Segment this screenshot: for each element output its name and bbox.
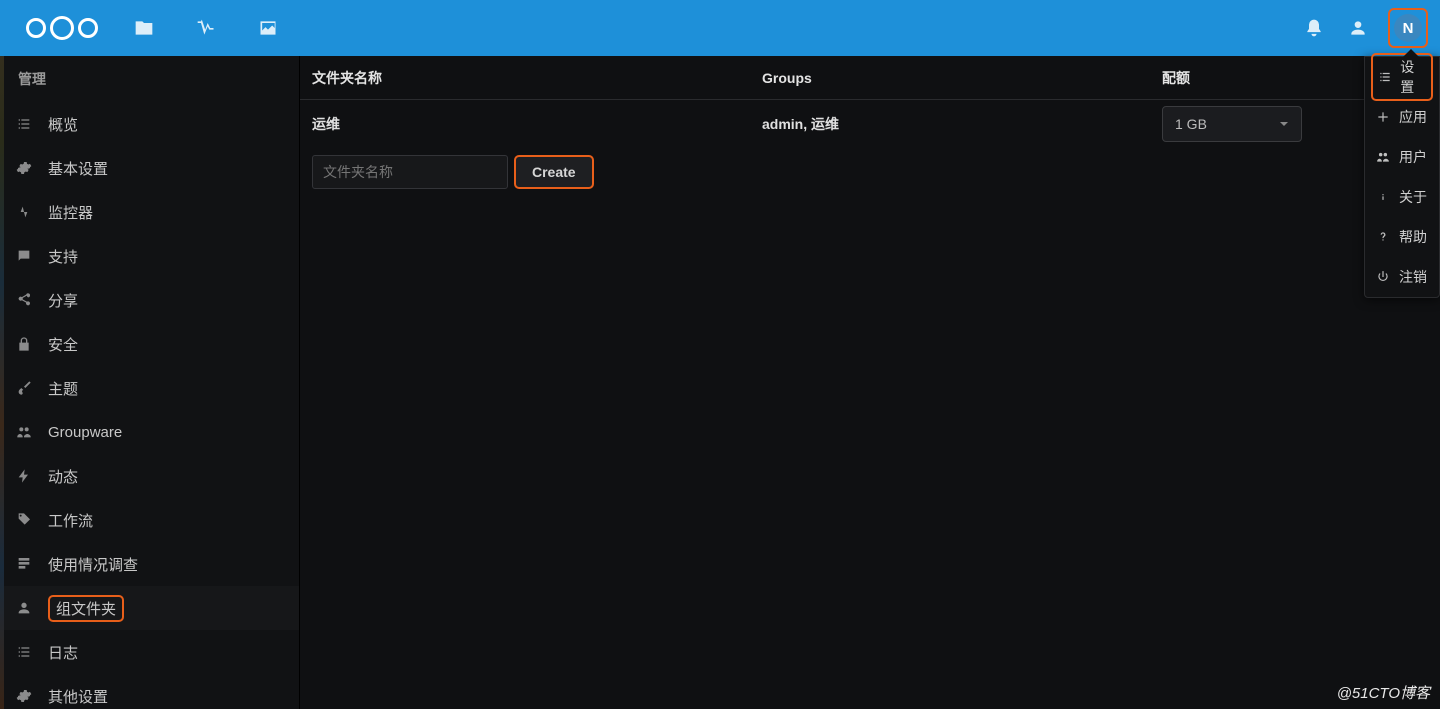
share-icon (14, 292, 34, 308)
sidebar-item-1[interactable]: 基本设置 (0, 146, 299, 190)
avatar-letter: N (1403, 20, 1414, 37)
admin-sidebar: 管理 概览基本设置监控器支持分享安全主题 Groupware 动态工作流使用情况调查… (0, 56, 300, 709)
files-app-icon[interactable] (122, 6, 166, 50)
power-icon (1375, 270, 1391, 284)
gear-icon (14, 688, 34, 704)
row-name: 运维 (312, 114, 762, 134)
sidebar-item-13[interactable]: 其他设置 (0, 674, 299, 709)
sidebar-heading: 管理 (0, 56, 299, 102)
chat-icon (14, 248, 34, 264)
topbar: N (0, 0, 1440, 56)
menu-item-label: 设置 (1400, 57, 1427, 97)
sidebar-item-11[interactable]: 组文件夹 (0, 586, 299, 630)
create-row: Create (300, 148, 1440, 196)
sidebar-item-9[interactable]: 工作流 (0, 498, 299, 542)
sidebar-item-label: 工作流 (48, 510, 93, 531)
row-groups: admin, 运维 (762, 114, 1162, 134)
menu-item-0[interactable]: 设置 (1365, 57, 1439, 97)
tag-icon (14, 512, 34, 528)
sidebar-item-label: 主题 (48, 378, 78, 399)
lock-icon (14, 336, 34, 352)
activity-icon (14, 204, 34, 220)
sidebar-item-label: 基本设置 (48, 158, 108, 179)
menu-item-1[interactable]: 应用 (1365, 97, 1439, 137)
sidebar-item-7[interactable]: Groupware (0, 410, 299, 454)
menu-item-4[interactable]: 帮助 (1365, 217, 1439, 257)
main-panel: 文件夹名称 Groups 配额 运维admin, 运维1 GB Create @… (300, 56, 1440, 709)
brush-icon (14, 380, 34, 396)
folder-name-input[interactable] (312, 155, 508, 189)
sidebar-item-8[interactable]: 动态 (0, 454, 299, 498)
bolt-icon (14, 468, 34, 484)
sidebar-item-label: 安全 (48, 334, 78, 355)
list-icon (1377, 70, 1392, 84)
notifications-icon[interactable] (1294, 6, 1334, 50)
col-header-name: 文件夹名称 (312, 68, 762, 88)
sidebar-item-label: 其他设置 (48, 686, 108, 707)
sidebar-item-label: 组文件夹 (56, 601, 116, 618)
create-button[interactable]: Create (514, 155, 594, 189)
sidebar-item-label: 分享 (48, 290, 78, 311)
chevron-down-icon (1279, 119, 1289, 129)
contacts-icon[interactable] (1338, 6, 1378, 50)
sidebar-item-label: 使用情况调查 (48, 554, 138, 575)
info-icon (1375, 190, 1391, 204)
sidebar-item-0[interactable]: 概览 (0, 102, 299, 146)
col-header-groups: Groups (762, 70, 1162, 86)
sidebar-item-label: 支持 (48, 246, 78, 267)
sidebar-item-4[interactable]: 分享 (0, 278, 299, 322)
users-icon (14, 424, 34, 440)
sidebar-item-12[interactable]: 日志 (0, 630, 299, 674)
table-header: 文件夹名称 Groups 配额 (300, 56, 1440, 100)
sidebar-item-10[interactable]: 使用情况调查 (0, 542, 299, 586)
gallery-app-icon[interactable] (246, 6, 290, 50)
menu-item-label: 注销 (1399, 267, 1427, 287)
sidebar-item-3[interactable]: 支持 (0, 234, 299, 278)
menu-item-5[interactable]: 注销 (1365, 257, 1439, 297)
users-icon (1375, 150, 1391, 164)
list-icon (14, 116, 34, 132)
user-menu-dropdown: 设置应用用户关于帮助注销 (1364, 56, 1440, 298)
sidebar-item-label: 监控器 (48, 202, 93, 223)
sidebar-item-label: 日志 (48, 642, 78, 663)
log-icon (14, 644, 34, 660)
sidebar-item-5[interactable]: 安全 (0, 322, 299, 366)
menu-item-3[interactable]: 关于 (1365, 177, 1439, 217)
help-icon (1375, 230, 1391, 244)
group-folder-icon (14, 600, 34, 616)
sidebar-item-label: 概览 (48, 114, 78, 135)
gear-icon (14, 160, 34, 176)
user-avatar-button[interactable]: N (1388, 8, 1428, 48)
plus-icon (1375, 110, 1391, 124)
survey-icon (14, 556, 34, 572)
activity-app-icon[interactable] (184, 6, 228, 50)
menu-item-label: 用户 (1399, 147, 1427, 167)
menu-item-label: 帮助 (1399, 227, 1427, 247)
menu-item-2[interactable]: 用户 (1365, 137, 1439, 177)
nextcloud-logo[interactable] (20, 16, 104, 40)
quota-select[interactable]: 1 GB (1162, 106, 1302, 142)
sidebar-item-2[interactable]: 监控器 (0, 190, 299, 234)
sidebar-item-6[interactable]: 主题 (0, 366, 299, 410)
watermark: @51CTO博客 (1337, 682, 1430, 703)
sidebar-item-label: Groupware (48, 424, 122, 441)
table-row[interactable]: 运维admin, 运维1 GB (300, 100, 1440, 148)
menu-item-label: 关于 (1399, 187, 1427, 207)
menu-item-label: 应用 (1399, 107, 1427, 127)
sidebar-item-label: 动态 (48, 466, 78, 487)
